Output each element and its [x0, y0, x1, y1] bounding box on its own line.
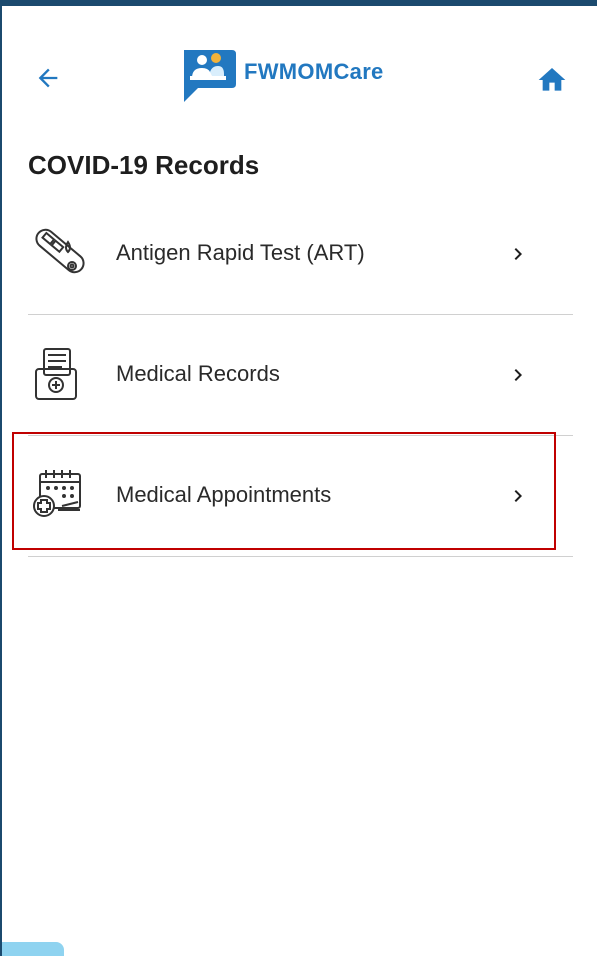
home-button[interactable] [534, 62, 570, 98]
chevron-right-icon [514, 369, 522, 381]
menu-item-medical-records[interactable]: Medical Records [28, 315, 573, 436]
back-button[interactable] [30, 60, 66, 96]
chevron-right-icon [514, 248, 522, 260]
calendar-medical-icon [28, 466, 88, 526]
chevron-right-icon [514, 490, 522, 502]
records-menu: Antigen Rapid Test (ART) Medical Records [28, 194, 573, 557]
menu-item-label: Medical Appointments [116, 482, 332, 507]
page-title: COVID-19 Records [28, 150, 260, 180]
app-screen: FWMOMCare COVID-19 Records Antigen Rapid [2, 6, 597, 956]
test-kit-icon [28, 224, 88, 284]
arrow-left-icon [38, 68, 58, 88]
app-header: FWMOMCare [2, 6, 597, 134]
home-icon [538, 68, 566, 91]
menu-item-medical-appointments[interactable]: Medical Appointments [28, 436, 573, 557]
menu-item-label: Antigen Rapid Test (ART) [116, 240, 365, 265]
app-name: FWMOMCare [244, 59, 384, 84]
corner-tab [2, 942, 64, 956]
app-logo: FWMOMCare [178, 46, 384, 104]
logo-icon [178, 46, 238, 104]
menu-item-label: Medical Records [116, 361, 280, 386]
medical-record-icon [28, 345, 88, 405]
menu-item-antigen-rapid-test[interactable]: Antigen Rapid Test (ART) [28, 194, 573, 315]
